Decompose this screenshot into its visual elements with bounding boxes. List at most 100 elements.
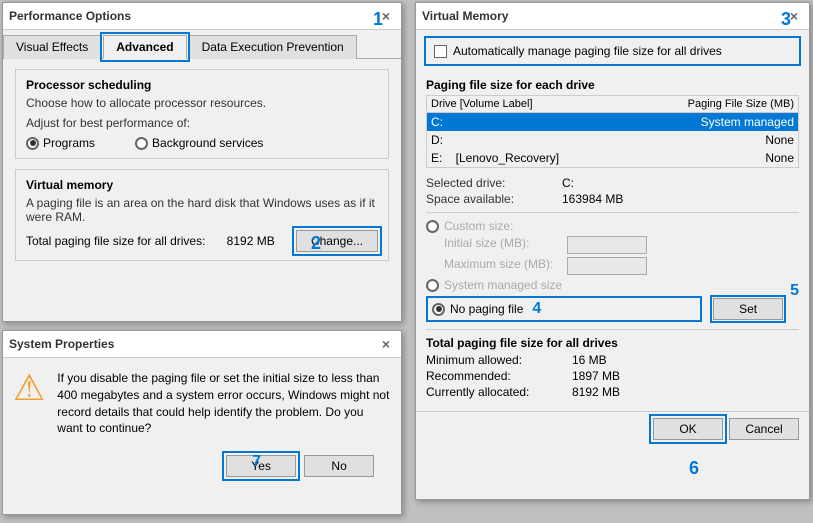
ok-button[interactable]: OK [653, 418, 723, 440]
drive-row-d[interactable]: D: None [427, 131, 798, 149]
radio-programs[interactable]: Programs [26, 136, 95, 150]
processor-scheduling-section: Processor scheduling Choose how to alloc… [15, 69, 389, 159]
drive-header: Drive [Volume Label] Paging File Size (M… [427, 96, 798, 113]
sys-props-titlebar: System Properties × [3, 331, 401, 358]
badge-6: 6 [689, 458, 699, 479]
drive-row-c[interactable]: C: System managed [427, 113, 798, 131]
vm-body: Paging file size for each drive Drive [V… [416, 72, 809, 407]
custom-size-inputs: Initial size (MB): Maximum size (MB): [444, 236, 799, 275]
vm-section-label: Virtual memory [26, 178, 378, 192]
space-available-value: 163984 MB [562, 192, 799, 206]
no-paging-row[interactable]: No paging file 4 [426, 296, 702, 322]
no-paging-row-outer: No paging file 4 Set 5 [426, 295, 799, 323]
initial-size-input[interactable] [567, 236, 647, 254]
badge-1: 1 [373, 9, 383, 30]
badge-4: 4 [532, 300, 541, 318]
drive-info-grid: Selected drive: C: Space available: 1639… [426, 176, 799, 206]
no-paging-radio [432, 303, 445, 316]
auto-manage-label: Automatically manage paging file size fo… [453, 44, 722, 58]
yes-button[interactable]: Yes [226, 455, 296, 477]
badge-7: 7 [252, 453, 261, 475]
drive-c-size: System managed [654, 115, 794, 129]
totals-grid: Minimum allowed: 16 MB Recommended: 1897… [426, 353, 799, 399]
vm-bottom-buttons: OK Cancel [416, 411, 809, 446]
totals-title: Total paging file size for all drives [426, 336, 799, 350]
recommended-value: 1897 MB [572, 369, 799, 383]
badge-3: 3 [781, 9, 791, 30]
drive-d-letter: D: [431, 133, 654, 147]
min-allowed-label: Minimum allowed: [426, 353, 566, 367]
radio-background[interactable]: Background services [135, 136, 263, 150]
radio-background-label: Background services [152, 136, 263, 150]
processor-section-desc: Choose how to allocate processor resourc… [26, 96, 378, 110]
tab-visual-effects[interactable]: Visual Effects [3, 35, 101, 59]
max-size-label: Maximum size (MB): [444, 257, 564, 275]
radio-system-managed[interactable]: System managed size [426, 278, 799, 292]
separator2 [426, 329, 799, 330]
currently-label: Currently allocated: [426, 385, 566, 399]
custom-size-label: Custom size: [444, 219, 513, 233]
radio-programs-label: Programs [43, 136, 95, 150]
virtual-memory-window: Virtual Memory × Automatically manage pa… [415, 2, 810, 500]
separator1 [426, 212, 799, 213]
min-allowed-value: 16 MB [572, 353, 799, 367]
warning-buttons: Yes No 7 [3, 449, 401, 487]
performance-options-window: Performance Options × Visual Effects Adv… [2, 2, 402, 322]
paging-section-title: Paging file size for each drive [426, 78, 799, 92]
badge-2: 2 [311, 233, 321, 254]
drive-row-e[interactable]: E: [Lenovo_Recovery] None [427, 149, 798, 167]
vm-total-label: Total paging file size for all drives: [26, 234, 205, 248]
drive-d-size: None [654, 133, 794, 147]
drive-col2-header: Paging File Size (MB) [654, 98, 794, 110]
paging-radio-group: Custom size: Initial size (MB): Maximum … [426, 219, 799, 323]
set-button[interactable]: Set [713, 298, 783, 320]
radio-group-processor: Programs Background services [26, 136, 378, 150]
vm-total-value: 8192 MB [227, 234, 275, 248]
badge-5: 5 [790, 282, 799, 300]
initial-size-label: Initial size (MB): [444, 236, 564, 254]
currently-value: 8192 MB [572, 385, 799, 399]
vm-total-row: Total paging file size for all drives: 8… [26, 230, 378, 252]
no-button[interactable]: No [304, 455, 374, 477]
vm-desc: A paging file is an area on the hard dis… [26, 196, 378, 224]
cancel-button[interactable]: Cancel [729, 418, 799, 440]
custom-size-radio [426, 220, 439, 233]
set-btn-border: Set [710, 295, 786, 323]
auto-manage-checkbox[interactable] [434, 45, 447, 58]
virtual-memory-section: Virtual memory A paging file is an area … [15, 169, 389, 261]
drive-e-info: E: [Lenovo_Recovery] [431, 151, 654, 165]
drive-e-size: None [654, 151, 794, 165]
drive-c-letter: C: [431, 115, 654, 129]
adjust-label: Adjust for best performance of: [26, 116, 378, 130]
change-button[interactable]: Change... [296, 230, 378, 252]
radio-programs-dot [30, 140, 36, 146]
warning-body: ⚠ If you disable the paging file or set … [3, 358, 401, 449]
virtual-memory-title: Virtual Memory [422, 9, 508, 23]
sys-props-title: System Properties [9, 337, 114, 351]
no-paging-dot [436, 306, 442, 312]
totals-section: Total paging file size for all drives Mi… [426, 336, 799, 399]
drive-col1-header: Drive [Volume Label] [431, 98, 654, 110]
virtual-memory-titlebar: Virtual Memory × [416, 3, 809, 30]
system-properties-window: System Properties × ⚠ If you disable the… [2, 330, 402, 515]
system-managed-radio [426, 279, 439, 292]
sys-props-close[interactable]: × [377, 335, 395, 353]
perf-options-titlebar: Performance Options × [3, 3, 401, 30]
perf-options-content: Processor scheduling Choose how to alloc… [3, 59, 401, 277]
radio-background-circle [135, 137, 148, 150]
perf-options-title: Performance Options [9, 9, 131, 23]
max-size-input[interactable] [567, 257, 647, 275]
radio-programs-circle [26, 137, 39, 150]
recommended-label: Recommended: [426, 369, 566, 383]
space-available-label: Space available: [426, 192, 556, 206]
drive-table: Drive [Volume Label] Paging File Size (M… [426, 95, 799, 168]
auto-manage-row: Automatically manage paging file size fo… [424, 36, 801, 66]
warning-text: If you disable the paging file or set th… [57, 370, 391, 437]
system-managed-label: System managed size [444, 278, 562, 292]
radio-custom-size[interactable]: Custom size: [426, 219, 799, 233]
selected-drive-label: Selected drive: [426, 176, 556, 190]
tab-dep[interactable]: Data Execution Prevention [189, 35, 357, 59]
tab-bar: Visual Effects Advanced Data Execution P… [3, 30, 401, 59]
tab-advanced[interactable]: Advanced [103, 35, 186, 59]
processor-section-label: Processor scheduling [26, 78, 378, 92]
